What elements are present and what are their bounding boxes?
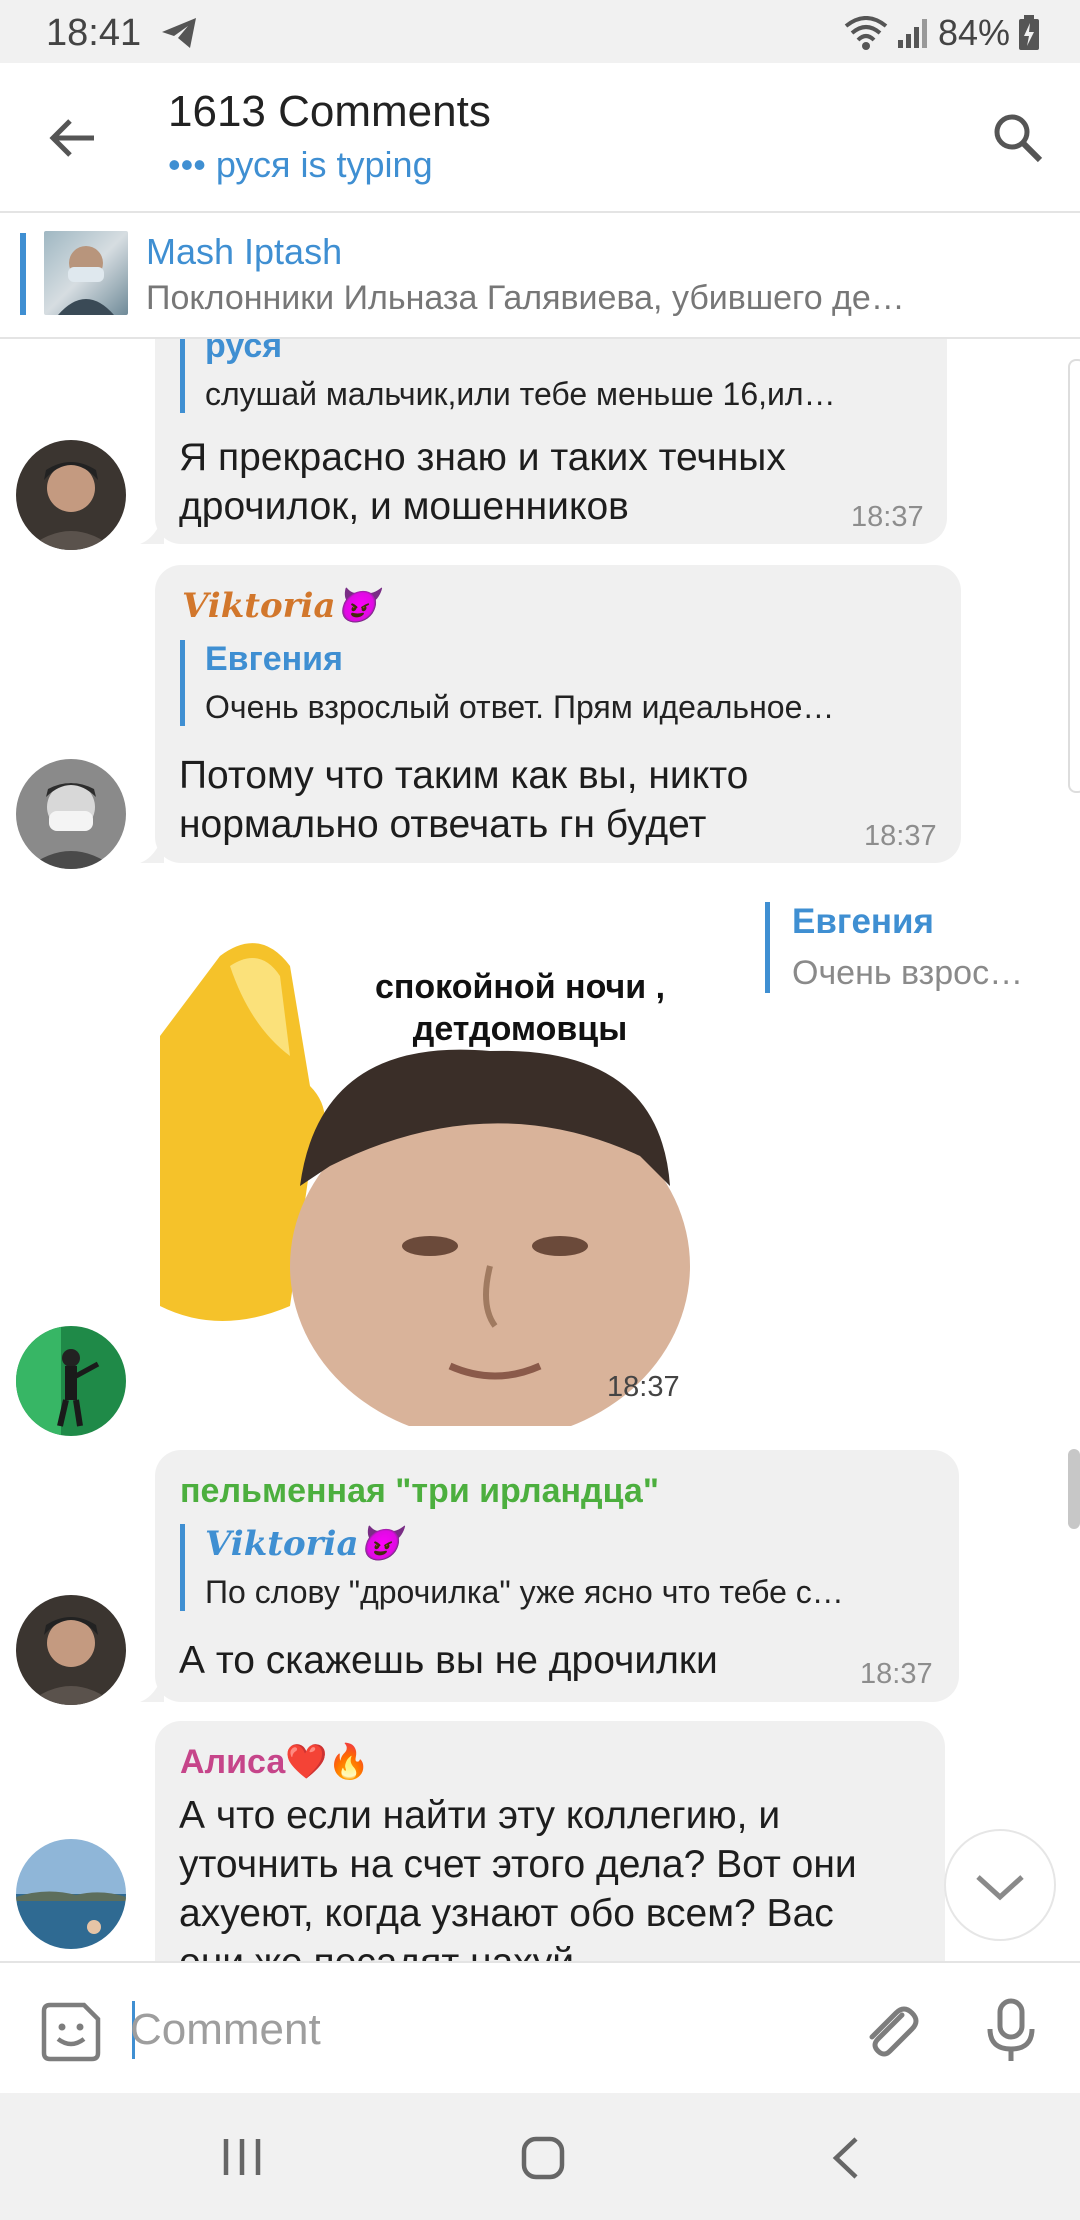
attach-icon[interactable] (858, 1999, 924, 2065)
avatar[interactable] (16, 440, 126, 550)
reply-text: По слову "дрочилка" уже ясно что тебе с… (205, 1574, 844, 1610)
reply-name: Евгения (792, 902, 934, 941)
message-text: Я прекрасно знаю и таких течных дрочилок… (179, 436, 786, 528)
message-time: 18:37 (607, 1371, 680, 1403)
pinned-indicator (20, 233, 26, 315)
pinned-text: Поклонники Ильназа Галявиева, убившего д… (146, 279, 905, 317)
battery-percent: 84% (937, 12, 1010, 53)
reply-name: Евгения (205, 640, 343, 678)
message-text: А то скажешь вы не дрочилки (179, 1639, 718, 1682)
message-time: 18:37 (860, 1658, 933, 1690)
home-icon[interactable] (520, 2135, 566, 2181)
reply-text: Очень взрослый ответ. Прям идеальное… (205, 689, 835, 725)
reply-text: слушай мальчик,или тебе меньше 16,ил… (205, 376, 836, 412)
pinned-thumbnail (44, 231, 128, 315)
pinned-title: Mash Iptash (146, 231, 343, 272)
sender-name[interactable]: Viktoria😈 (182, 586, 378, 626)
battery-icon (1019, 15, 1039, 50)
avatar[interactable] (16, 1595, 126, 1705)
system-nav-bar (0, 2093, 1080, 2220)
sender-name[interactable]: пельменная "три ирландца" (180, 1472, 659, 1511)
clock: 18:41 (46, 12, 142, 54)
scrollbar-thumb[interactable] (1068, 1449, 1080, 1529)
reply-name: руся (205, 339, 283, 365)
bubble-tail (140, 1672, 164, 1702)
wifi-icon (844, 16, 888, 50)
reply-quote[interactable]: Евгения Очень взрослый ответ. Прям идеал… (180, 640, 834, 726)
comment-input[interactable]: Comment (130, 2005, 321, 2055)
sticker-caption: спокойной ночи , детдомовцы (374, 968, 666, 1048)
status-bar: 18:41 84% (0, 0, 1080, 63)
signal-icon (897, 19, 927, 48)
reply-quote[interactable]: Viktoria😈 По слову "дрочилка" уже ясно ч… (180, 1524, 844, 1611)
app-bar: 1613 Comments ••• руся is typing (0, 63, 1080, 213)
reply-quote[interactable]: руся слушай мальчик,или тебе меньше 16,и… (180, 339, 836, 413)
message-time: 18:37 (851, 501, 924, 533)
comment-input-bar: Comment (0, 1961, 1080, 2095)
sticker-icon[interactable] (40, 2001, 102, 2063)
reply-quote[interactable]: Евгения Очень взрос… (765, 902, 1023, 993)
chevron-down-icon (976, 1875, 1024, 1901)
message-time: 18:37 (864, 820, 937, 852)
back-arrow-icon[interactable] (42, 108, 102, 168)
avatar[interactable] (16, 1326, 126, 1436)
avatar[interactable] (16, 1839, 126, 1949)
chat-area[interactable]: руся слушай мальчик,или тебе меньше 16,и… (0, 339, 1080, 1961)
bubble-tail (140, 514, 164, 544)
reply-name: Viktoria😈 (205, 1524, 401, 1564)
reply-text: Очень взрос… (792, 954, 1024, 992)
typing-indicator: ••• руся is typing (168, 144, 433, 185)
search-icon[interactable] (988, 108, 1048, 168)
microphone-icon[interactable] (980, 1997, 1042, 2063)
avatar[interactable] (16, 759, 126, 869)
message-text: А что если найти эту коллегию, и уточнит… (179, 1794, 857, 1961)
recents-icon[interactable] (220, 2135, 264, 2179)
status-right: 84% (844, 12, 1040, 54)
sender-name[interactable]: Алиса❤️🔥 (180, 1742, 370, 1782)
scroll-indicator (1068, 359, 1080, 793)
message-text: Потому что таким как вы, никто нормально… (179, 754, 749, 846)
nav-back-icon[interactable] (828, 2135, 864, 2181)
page-title: 1613 Comments (168, 87, 491, 136)
pinned-message[interactable]: Mash Iptash Поклонники Ильназа Галявиева… (0, 213, 1080, 339)
scroll-down-button[interactable] (944, 1829, 1056, 1941)
bubble-tail (140, 833, 164, 863)
telegram-icon (162, 18, 196, 48)
